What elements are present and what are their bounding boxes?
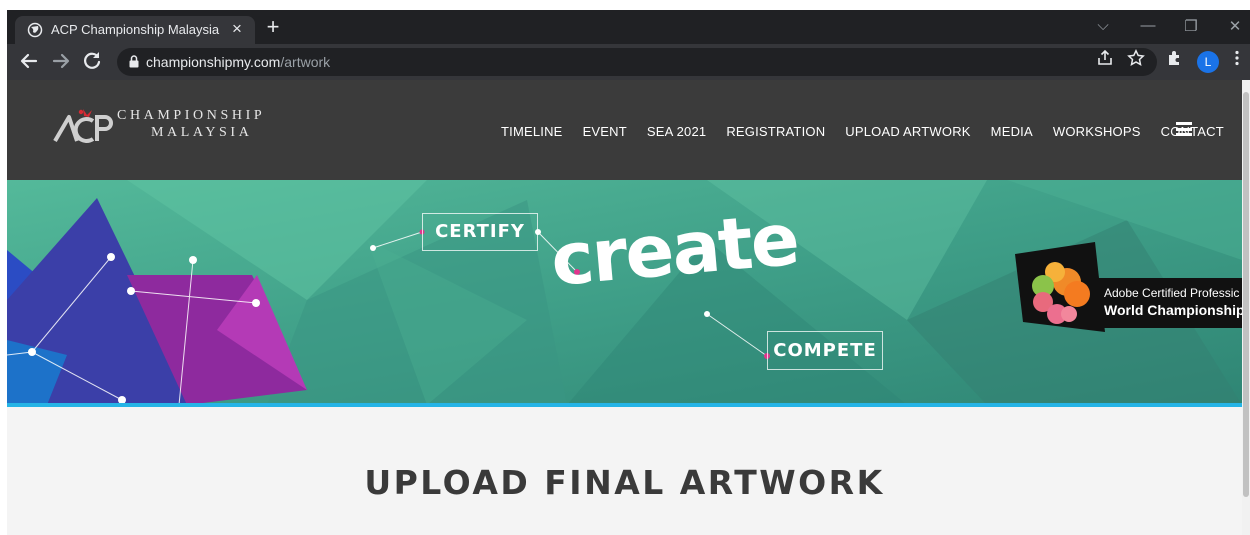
nav-upload-artwork[interactable]: UPLOAD ARTWORK (845, 124, 970, 139)
globe-icon (27, 22, 43, 38)
tab-search-icon[interactable]: ⌵ (1093, 17, 1113, 34)
back-icon[interactable] (17, 49, 41, 73)
hero-accent-bar (7, 403, 1242, 407)
site-logo[interactable]: CHAMPIONSHIP MALAYSIA (51, 105, 291, 155)
address-bar[interactable]: championshipmy.com/artwork (117, 48, 1157, 76)
tab-strip: ACP Championship Malaysia × + ⌵ — ❐ ✕ (7, 10, 1250, 44)
page-viewport: CHAMPIONSHIP MALAYSIA TIMELINE EVENT SEA… (7, 80, 1242, 535)
logo-line2: MALAYSIA (151, 125, 253, 140)
hero-banner: CERTIFY create COMPETE Adobe Certified P… (7, 180, 1242, 405)
nav-registration[interactable]: REGISTRATION (726, 124, 825, 139)
browser-toolbar: championshipmy.com/artwork L (7, 44, 1250, 80)
acp-world-championship-badge: Adobe Certified Professic World Champion… (1015, 242, 1242, 332)
url-path: /artwork (280, 54, 331, 70)
forward-icon[interactable] (49, 49, 73, 73)
bookmark-star-icon[interactable] (1126, 49, 1146, 72)
compete-tag: COMPETE (767, 331, 883, 370)
acp-logo-mark (53, 109, 113, 143)
nav-event[interactable]: EVENT (583, 124, 627, 139)
reload-icon[interactable] (80, 49, 104, 73)
nav-sea-2021[interactable]: SEA 2021 (647, 124, 706, 139)
extensions-icon[interactable] (1165, 49, 1185, 72)
url-host: championshipmy.com (146, 54, 281, 70)
badge-line1: Adobe Certified Professic (1104, 286, 1240, 300)
site-header: CHAMPIONSHIP MALAYSIA TIMELINE EVENT SEA… (7, 80, 1242, 180)
lock-icon (129, 55, 139, 68)
browser-tab[interactable]: ACP Championship Malaysia × (15, 16, 255, 44)
main-nav: TIMELINE EVENT SEA 2021 REGISTRATION UPL… (501, 122, 1242, 140)
menu-kebab-icon[interactable] (1227, 49, 1247, 72)
nav-timeline[interactable]: TIMELINE (501, 124, 563, 139)
tab-close-icon[interactable]: × (227, 19, 247, 39)
browser-window: ACP Championship Malaysia × + ⌵ — ❐ ✕ ch… (7, 10, 1250, 535)
share-icon[interactable] (1095, 49, 1115, 72)
nav-contact[interactable]: CONTACT (1161, 124, 1224, 139)
page-title: UPLOAD FINAL ARTWORK (364, 463, 885, 502)
page-scrollbar[interactable] (1242, 80, 1250, 535)
url-text: championshipmy.com/artwork (146, 54, 330, 70)
new-tab-button[interactable]: + (261, 14, 285, 40)
nav-media[interactable]: MEDIA (991, 124, 1033, 139)
profile-avatar[interactable]: L (1197, 51, 1219, 73)
scrollbar-thumb[interactable] (1243, 92, 1249, 497)
nav-workshops[interactable]: WORKSHOPS (1053, 124, 1141, 139)
logo-line1: CHAMPIONSHIP (117, 108, 266, 123)
badge-line2: World Championship (1104, 302, 1242, 318)
restore-icon[interactable]: ❐ (1181, 17, 1201, 35)
tab-title: ACP Championship Malaysia (51, 22, 220, 37)
minimize-icon[interactable]: — (1138, 17, 1158, 34)
window-close-icon[interactable]: ✕ (1225, 17, 1245, 35)
certify-tag: CERTIFY (422, 213, 538, 251)
hamburger-menu-icon[interactable] (1176, 122, 1192, 136)
